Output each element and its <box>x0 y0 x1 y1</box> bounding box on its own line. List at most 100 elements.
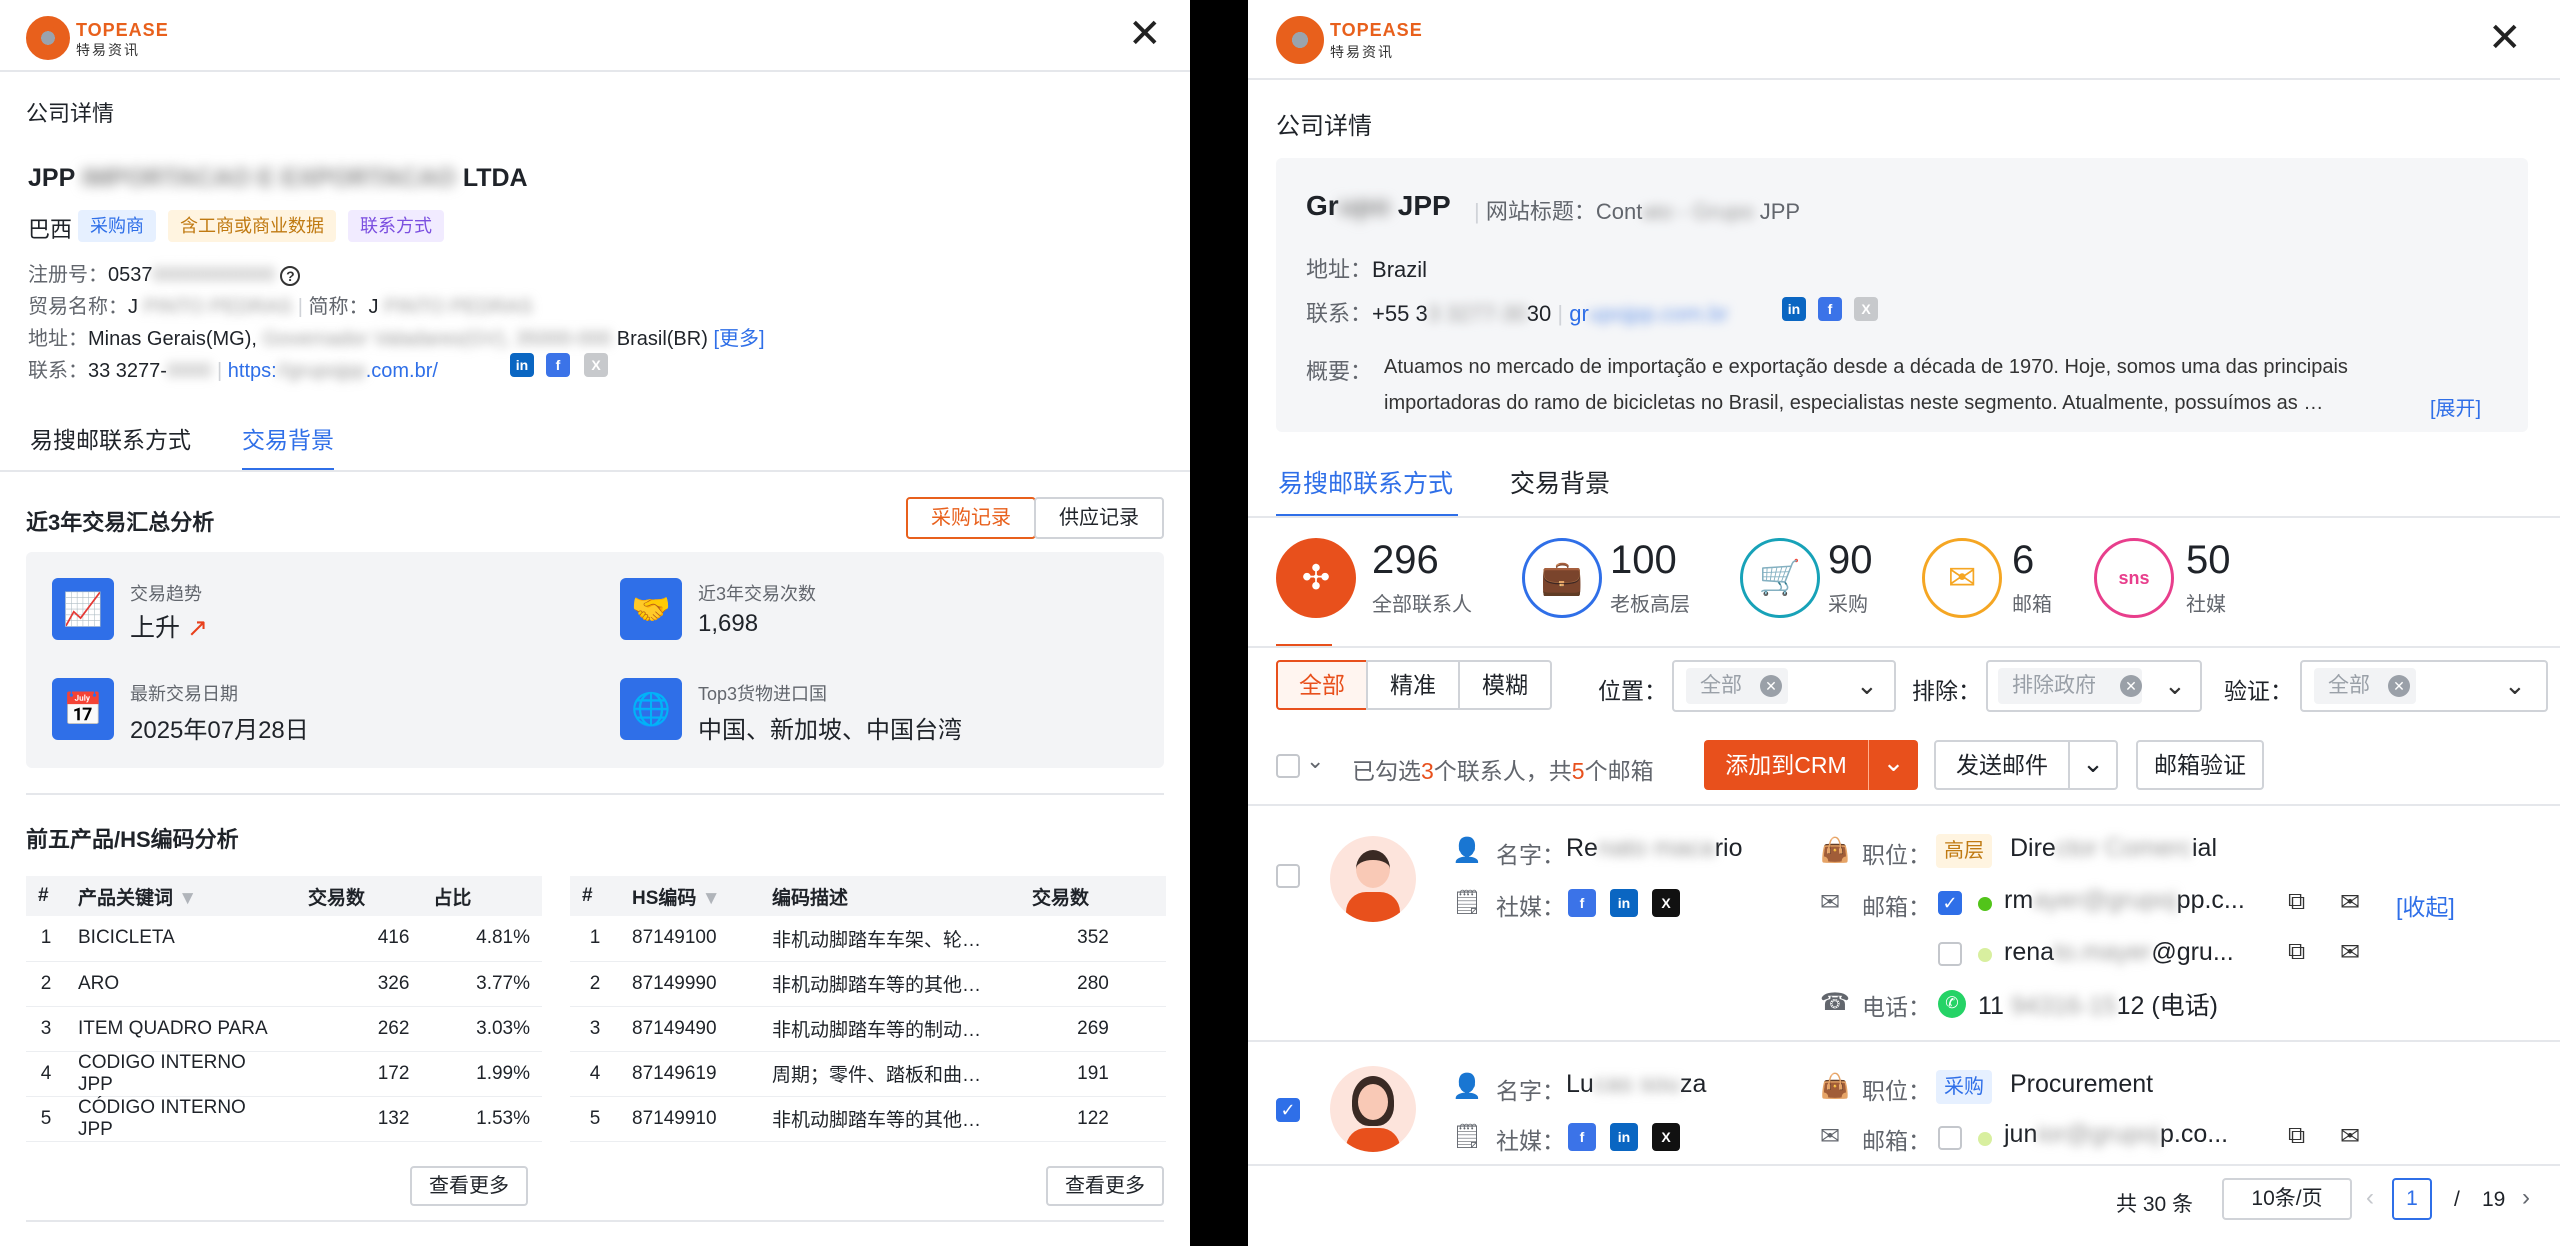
contact: 联系：+55 33 3277-3030 | grupojpp.com.br <box>1306 301 1729 326</box>
copy-icon[interactable]: ⧉ <box>2288 938 2305 966</box>
crm-dropdown-icon[interactable]: ⌄ <box>1868 740 1918 790</box>
stat-label: 社媒 <box>2186 594 2226 616</box>
view-more-products-button[interactable]: 查看更多 <box>410 1166 528 1206</box>
briefcase-icon: 👜 <box>1820 837 1850 864</box>
linkedin-icon[interactable]: in <box>1610 1123 1638 1151</box>
supply-records-button[interactable]: 供应记录 <box>1034 497 1164 539</box>
verify-label: 验证： <box>2224 678 2293 704</box>
chevron-down-icon[interactable]: ⌄ <box>1306 748 1324 774</box>
stat-count: 90 <box>1828 538 1873 582</box>
prev-page-icon[interactable]: ‹ <box>2366 1184 2374 1212</box>
filter-exact-button[interactable]: 精准 <box>1366 660 1460 710</box>
phone-icon: ☎ <box>1820 989 1850 1016</box>
add-to-crm-button[interactable]: 添加到CRM <box>1704 740 1868 790</box>
chevron-down-icon[interactable]: ⌄ <box>2504 670 2526 701</box>
page-size-select[interactable]: 10条/页 <box>2222 1178 2352 1220</box>
expand-link[interactable]: [展开] <box>2430 392 2481 421</box>
purchase-records-button[interactable]: 采购记录 <box>906 497 1036 539</box>
page-separator: / <box>2454 1188 2460 1211</box>
sns-icon[interactable]: sns <box>2094 538 2174 618</box>
chevron-down-icon[interactable]: ⌄ <box>1856 670 1878 701</box>
logo-subtext: 特易资讯 <box>1330 44 1394 60</box>
website-link[interactable]: grupojpp.com.br <box>1569 301 1728 326</box>
facebook-icon[interactable]: f <box>1568 889 1596 917</box>
tab-email-contacts[interactable]: 易搜邮联系方式 <box>30 421 191 455</box>
whatsapp-icon[interactable]: ✆ <box>1938 990 1966 1018</box>
linkedin-icon[interactable]: in <box>1610 889 1638 917</box>
verify-mail-button[interactable]: 邮箱验证 <box>2136 740 2264 790</box>
facebook-icon[interactable]: f <box>546 353 570 377</box>
next-page-icon[interactable]: › <box>2522 1184 2530 1212</box>
stat-count: 100 <box>1610 538 1677 582</box>
close-icon[interactable]: ✕ <box>1128 14 1162 54</box>
x-twitter-icon[interactable]: X <box>1854 297 1878 321</box>
select-all-checkbox[interactable] <box>1276 754 1300 778</box>
website-link[interactable]: https://grupojpp.com.br/ <box>228 360 438 382</box>
position-label: 位置： <box>1598 678 1667 704</box>
tab-email-contacts[interactable]: 易搜邮联系方式 <box>1278 464 1453 500</box>
x-twitter-icon[interactable]: X <box>584 353 608 377</box>
linkedin-icon[interactable]: in <box>510 353 534 377</box>
email-address[interactable]: renato.mayer@gru... <box>2004 938 2234 967</box>
help-icon[interactable]: ? <box>280 266 301 286</box>
trend-up-icon: ↗ <box>186 614 208 642</box>
tag-buyer: 采购商 <box>78 210 156 242</box>
close-icon[interactable]: ✕ <box>2488 18 2522 58</box>
clear-icon[interactable]: ✕ <box>2388 675 2410 697</box>
email-address[interactable]: rmayer@grupojpp.c... <box>2004 886 2245 915</box>
filter-icon[interactable]: ▼ <box>702 888 721 909</box>
collapse-link[interactable]: [收起] <box>2396 888 2455 922</box>
email-checkbox[interactable]: ✓ <box>1938 891 1962 915</box>
clear-icon[interactable]: ✕ <box>2120 675 2142 697</box>
send-mail-icon[interactable]: ✉ <box>2340 938 2360 967</box>
filter-all-button[interactable]: 全部 <box>1276 660 1368 710</box>
network-icon[interactable]: ✣ <box>1276 538 1356 618</box>
contact: 联系：33 3277-0000 | https://grupojpp.com.b… <box>28 360 438 382</box>
send-mail-dropdown-icon[interactable]: ⌄ <box>2068 740 2118 790</box>
table-row: 1 BICICLETA 416 4.81% <box>26 916 542 962</box>
tab-trade-background[interactable]: 交易背景 <box>242 421 334 455</box>
name-label: 名字： <box>1496 1078 1565 1104</box>
social-label: 社媒： <box>1496 1128 1565 1154</box>
view-more-hs-button[interactable]: 查看更多 <box>1046 1166 1164 1206</box>
linkedin-icon[interactable]: in <box>1782 297 1806 321</box>
mail-icon[interactable]: ✉ <box>1922 538 2002 618</box>
stat-count: 296 <box>1372 538 1439 582</box>
facebook-icon[interactable]: f <box>1568 1123 1596 1151</box>
x-twitter-icon[interactable]: X <box>1652 889 1680 917</box>
send-mail-icon[interactable]: ✉ <box>2340 888 2360 917</box>
boss-icon[interactable]: 💼 <box>1522 538 1602 618</box>
contact-name: Lucas souza <box>1566 1070 1707 1098</box>
social-icon: 🗒 <box>1452 889 1483 916</box>
table-row: 4 87149619 周期；零件、踏板和曲… 191 <box>570 1051 1166 1097</box>
company-name: JPP IMPORTACAO E EXPORTACAO LTDA <box>28 164 528 192</box>
send-mail-button[interactable]: 发送邮件 <box>1934 740 2070 790</box>
contact-checkbox[interactable]: ✓ <box>1276 1098 1300 1122</box>
email-checkbox[interactable] <box>1938 1126 1962 1150</box>
stat-count: 6 <box>2012 538 2035 582</box>
hs-code-table: # HS编码 ▼ 编码描述 交易数 1 87149100 非机动脚踏车车架、轮… 35… <box>570 876 1166 1142</box>
email-label: 邮箱： <box>1862 894 1931 920</box>
contact-checkbox[interactable] <box>1276 864 1300 888</box>
filter-icon[interactable]: ▼ <box>178 888 197 909</box>
avatar <box>1330 1066 1416 1152</box>
copy-icon[interactable]: ⧉ <box>2288 888 2305 916</box>
table-row: 4 CODIGO INTERNO JPP 172 1.99% <box>26 1051 542 1097</box>
address-more-link[interactable]: [更多] <box>713 328 764 350</box>
facebook-icon[interactable]: f <box>1818 297 1842 321</box>
company-name: Grupo JPP <box>1306 190 1451 221</box>
email-checkbox[interactable] <box>1938 942 1962 966</box>
clear-icon[interactable]: ✕ <box>1760 675 1782 697</box>
current-page[interactable]: 1 <box>2392 1178 2432 1220</box>
copy-icon[interactable]: ⧉ <box>2288 1122 2305 1150</box>
x-twitter-icon[interactable]: X <box>1652 1123 1680 1151</box>
tab-trade-background[interactable]: 交易背景 <box>1510 464 1610 500</box>
filter-fuzzy-button[interactable]: 模糊 <box>1458 660 1552 710</box>
mail-icon: ✉ <box>1820 889 1841 916</box>
send-mail-icon[interactable]: ✉ <box>2340 1122 2360 1151</box>
email-address[interactable]: junior@grupojp.co... <box>2004 1120 2228 1149</box>
chevron-down-icon[interactable]: ⌄ <box>2164 670 2186 701</box>
table-row: 3 87149490 非机动脚踏车等的制动… 269 <box>570 1006 1166 1052</box>
cart-icon[interactable]: 🛒 <box>1740 538 1820 618</box>
topease-logo-icon <box>26 16 70 60</box>
